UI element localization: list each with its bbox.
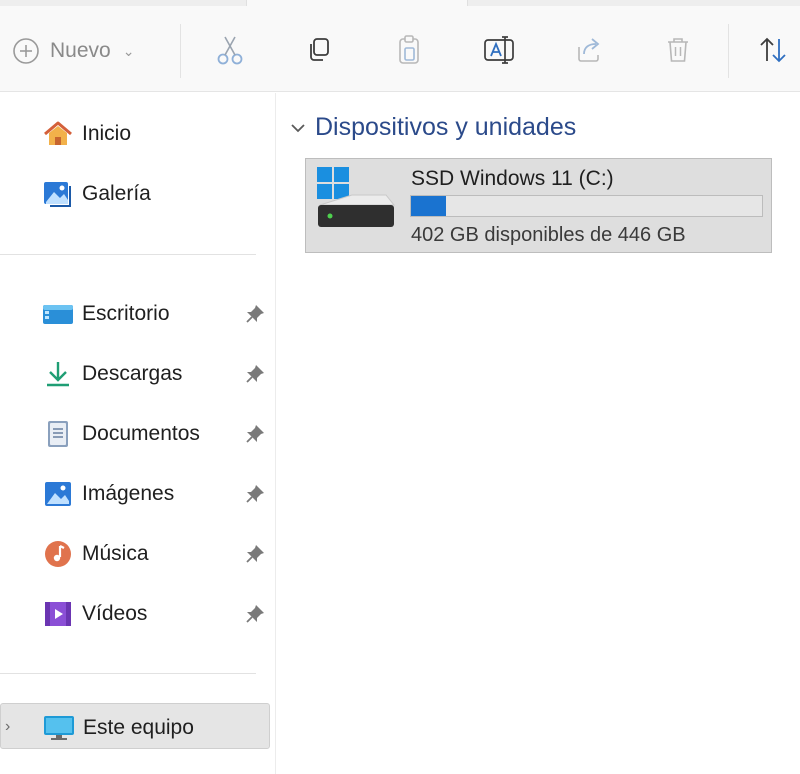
home-icon — [42, 121, 74, 147]
paste-button[interactable] — [391, 32, 427, 68]
sidebar-divider — [0, 254, 256, 255]
music-icon — [42, 541, 74, 567]
share-icon — [578, 38, 600, 62]
copy-button[interactable] — [301, 32, 337, 68]
sidebar-item-videos[interactable]: Vídeos — [0, 590, 270, 636]
sidebar-item-label: Vídeos — [82, 602, 148, 625]
drive-tile-c[interactable]: SSD Windows 11 (C:) 402 GB disponibles d… — [305, 158, 772, 253]
content-pane: Dispositivos y unidades SSD Windows 11 (… — [277, 93, 800, 774]
document-icon — [42, 421, 74, 447]
drive-icon — [317, 167, 396, 227]
pictures-icon — [42, 481, 74, 507]
sidebar-item-descargas[interactable]: Descargas — [0, 350, 270, 396]
sidebar-item-documentos[interactable]: Documentos — [0, 410, 270, 456]
sidebar-item-este-equipo[interactable]: › Este equipo — [0, 703, 270, 749]
cut-button[interactable] — [212, 32, 248, 68]
chevron-down-icon: ⌄ — [122, 42, 135, 59]
desktop-icon — [42, 301, 74, 327]
pin-icon[interactable] — [244, 543, 266, 565]
navigation-pane: Inicio Galería Escritorio Descargas Docu… — [0, 93, 276, 774]
tab-strip — [0, 0, 800, 6]
sidebar-item-galeria[interactable]: Galería — [0, 170, 270, 216]
sidebar-item-inicio[interactable]: Inicio — [0, 110, 270, 156]
sidebar-item-label: Imágenes — [82, 482, 175, 505]
sidebar-item-musica[interactable]: Música — [0, 530, 270, 576]
sidebar-item-label: Escritorio — [82, 302, 170, 325]
pin-icon[interactable] — [244, 303, 266, 325]
share-button[interactable] — [571, 32, 607, 68]
active-tab-edge — [246, 0, 468, 6]
toolbar-separator — [728, 24, 729, 78]
sidebar-item-label: Este equipo — [83, 716, 194, 739]
sidebar-item-label: Descargas — [82, 362, 183, 385]
sidebar-item-label: Inicio — [82, 122, 132, 145]
rename-icon — [484, 36, 514, 64]
sort-button[interactable] — [755, 32, 791, 68]
group-title: Dispositivos y unidades — [315, 113, 577, 141]
sidebar-item-label: Documentos — [82, 422, 200, 445]
delete-button[interactable] — [660, 32, 696, 68]
pin-icon[interactable] — [244, 423, 266, 445]
copy-icon — [310, 38, 329, 61]
drive-usage-fill — [411, 196, 446, 216]
sidebar-item-escritorio[interactable]: Escritorio — [0, 290, 270, 336]
sidebar-item-imagenes[interactable]: Imágenes — [0, 470, 270, 516]
sidebar-divider — [0, 673, 256, 674]
group-header-dispositivos[interactable]: Dispositivos y unidades — [289, 113, 576, 142]
trash-icon — [668, 38, 688, 62]
toolbar-separator — [180, 24, 181, 78]
chevron-right-icon[interactable]: › — [5, 718, 10, 736]
download-icon — [42, 361, 74, 387]
drive-usage-bar — [410, 195, 763, 217]
scissors-icon — [217, 36, 243, 65]
rename-button[interactable] — [481, 32, 517, 68]
pin-icon[interactable] — [244, 363, 266, 385]
command-bar: Nuevo ⌄ — [0, 0, 800, 92]
this-pc-icon — [43, 715, 75, 741]
gallery-icon — [42, 181, 74, 207]
new-button-label: Nuevo — [50, 39, 111, 62]
sidebar-item-label: Música — [82, 542, 149, 565]
drive-space-text: 402 GB disponibles de 446 GB — [411, 224, 686, 246]
plus-circle-icon — [13, 38, 39, 64]
drive-name: SSD Windows 11 (C:) — [411, 167, 614, 190]
new-button[interactable]: Nuevo ⌄ — [12, 36, 134, 66]
pin-icon[interactable] — [244, 603, 266, 625]
chevron-down-icon — [291, 123, 305, 132]
paste-icon — [399, 35, 419, 64]
video-icon — [42, 601, 74, 627]
sort-icon — [760, 37, 786, 63]
sidebar-item-label: Galería — [82, 182, 151, 205]
pin-icon[interactable] — [244, 483, 266, 505]
